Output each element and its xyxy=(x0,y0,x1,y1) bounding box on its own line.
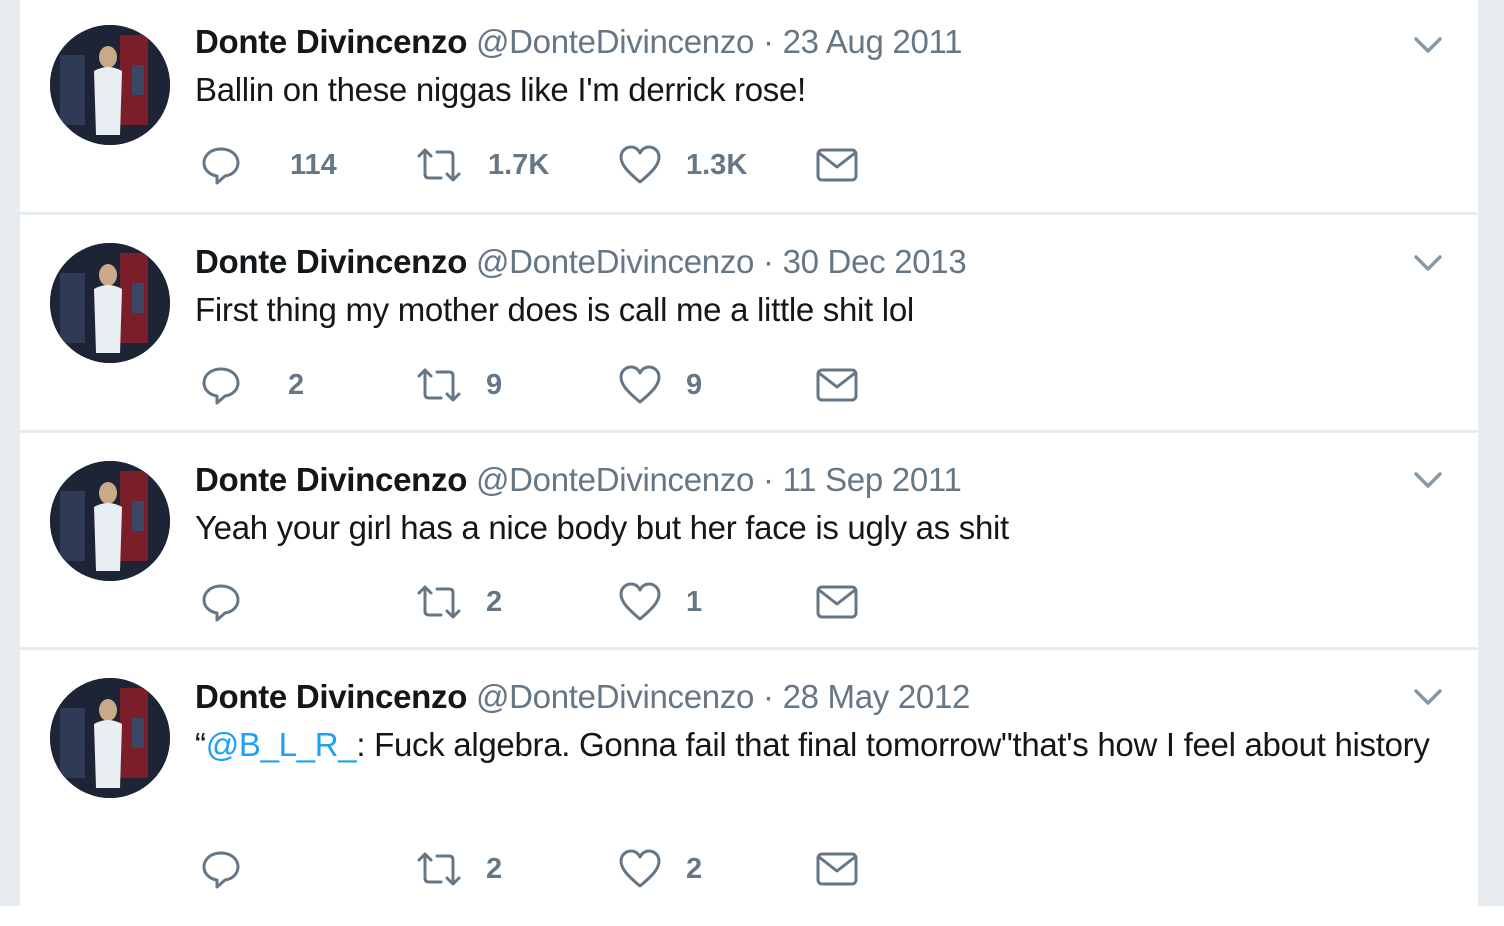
envelope-icon xyxy=(816,585,858,619)
user-handle[interactable]: @DonteDivincenzo xyxy=(476,678,754,715)
left-gutter xyxy=(0,0,20,906)
tweet-text: Yeah your girl has a nice body but her f… xyxy=(195,503,1435,553)
heart-icon xyxy=(619,145,661,184)
display-name[interactable]: Donte Divincenzo xyxy=(195,678,467,715)
chevron-down-icon[interactable] xyxy=(1408,466,1448,496)
envelope-icon xyxy=(816,852,858,886)
tweet-item[interactable]: Donte Divincenzo @DonteDivincenzo · 28 M… xyxy=(20,650,1478,906)
retweet-count: 2 xyxy=(486,853,503,885)
tweet-timeline: Donte Divincenzo @DonteDivincenzo · 23 A… xyxy=(20,0,1478,906)
page: Donte Divincenzo @DonteDivincenzo · 23 A… xyxy=(0,0,1504,926)
heart-icon xyxy=(619,582,661,621)
user-handle[interactable]: @DonteDivincenzo xyxy=(476,461,754,498)
separator: · xyxy=(762,23,774,60)
reply-icon xyxy=(202,851,240,889)
right-gutter xyxy=(1478,0,1504,906)
user-handle[interactable]: @DonteDivincenzo xyxy=(476,23,754,60)
tweet-date[interactable]: 28 May 2012 xyxy=(783,678,971,715)
avatar-image xyxy=(50,25,170,145)
tweet-text: Ballin on these niggas like I'm derrick … xyxy=(195,65,1435,115)
retweet-icon xyxy=(417,148,461,182)
retweet-count: 1.7K xyxy=(488,149,550,181)
reply-icon xyxy=(202,584,240,622)
text-body: Ballin on these niggas like I'm derrick … xyxy=(195,71,806,108)
display-name[interactable]: Donte Divincenzo xyxy=(195,243,467,280)
avatar-image xyxy=(50,461,170,581)
chevron-down-icon[interactable] xyxy=(1408,31,1448,61)
envelope-icon xyxy=(816,368,858,402)
avatar-image xyxy=(50,678,170,798)
reply-count: 2 xyxy=(288,369,305,401)
heart-icon xyxy=(619,365,661,404)
avatar-image xyxy=(50,243,170,363)
retweet-icon xyxy=(417,852,461,886)
tweet-text: “@B_L_R_: Fuck algebra. Gonna fail that … xyxy=(195,720,1435,770)
tweet-item[interactable]: Donte Divincenzo @DonteDivincenzo · 30 D… xyxy=(20,215,1478,433)
bottom-strip xyxy=(0,906,1504,926)
like-count: 9 xyxy=(686,369,703,401)
tweet-date[interactable]: 23 Aug 2011 xyxy=(783,23,963,60)
heart-icon xyxy=(619,849,661,888)
retweet-icon xyxy=(417,585,461,619)
separator: · xyxy=(762,678,774,715)
tweet-header: Donte Divincenzo @DonteDivincenzo · 23 A… xyxy=(195,22,962,62)
avatar[interactable] xyxy=(50,243,170,363)
text-prefix: “ xyxy=(195,726,206,763)
tweet-header: Donte Divincenzo @DonteDivincenzo · 30 D… xyxy=(195,242,967,282)
retweet-count: 2 xyxy=(486,586,503,618)
avatar[interactable] xyxy=(50,678,170,798)
separator: · xyxy=(762,243,774,280)
mention-link[interactable]: @B_L_R_ xyxy=(206,726,357,763)
reply-count: 114 xyxy=(290,149,337,181)
user-handle[interactable]: @DonteDivincenzo xyxy=(476,243,754,280)
chevron-down-icon[interactable] xyxy=(1408,683,1448,713)
tweet-text: First thing my mother does is call me a … xyxy=(195,285,1435,335)
envelope-icon xyxy=(816,148,858,182)
tweet-item[interactable]: Donte Divincenzo @DonteDivincenzo · 11 S… xyxy=(20,433,1478,650)
text-body: : Fuck algebra. Gonna fail that final to… xyxy=(356,726,1430,763)
like-count: 1 xyxy=(686,586,703,618)
tweet-date[interactable]: 30 Dec 2013 xyxy=(783,243,967,280)
reply-icon xyxy=(202,367,240,405)
like-count: 2 xyxy=(686,853,703,885)
display-name[interactable]: Donte Divincenzo xyxy=(195,461,467,498)
chevron-down-icon[interactable] xyxy=(1408,249,1448,279)
reply-icon xyxy=(202,147,240,185)
tweet-item[interactable]: Donte Divincenzo @DonteDivincenzo · 23 A… xyxy=(20,0,1478,215)
tweet-header: Donte Divincenzo @DonteDivincenzo · 28 M… xyxy=(195,677,970,717)
retweet-count: 9 xyxy=(486,369,503,401)
text-body: First thing my mother does is call me a … xyxy=(195,291,914,328)
tweet-date[interactable]: 11 Sep 2011 xyxy=(783,461,962,498)
separator: · xyxy=(762,461,774,498)
text-body: Yeah your girl has a nice body but her f… xyxy=(195,509,1009,546)
tweet-header: Donte Divincenzo @DonteDivincenzo · 11 S… xyxy=(195,460,962,500)
avatar[interactable] xyxy=(50,461,170,581)
avatar[interactable] xyxy=(50,25,170,145)
retweet-icon xyxy=(417,368,461,402)
display-name[interactable]: Donte Divincenzo xyxy=(195,23,467,60)
like-count: 1.3K xyxy=(686,149,748,181)
